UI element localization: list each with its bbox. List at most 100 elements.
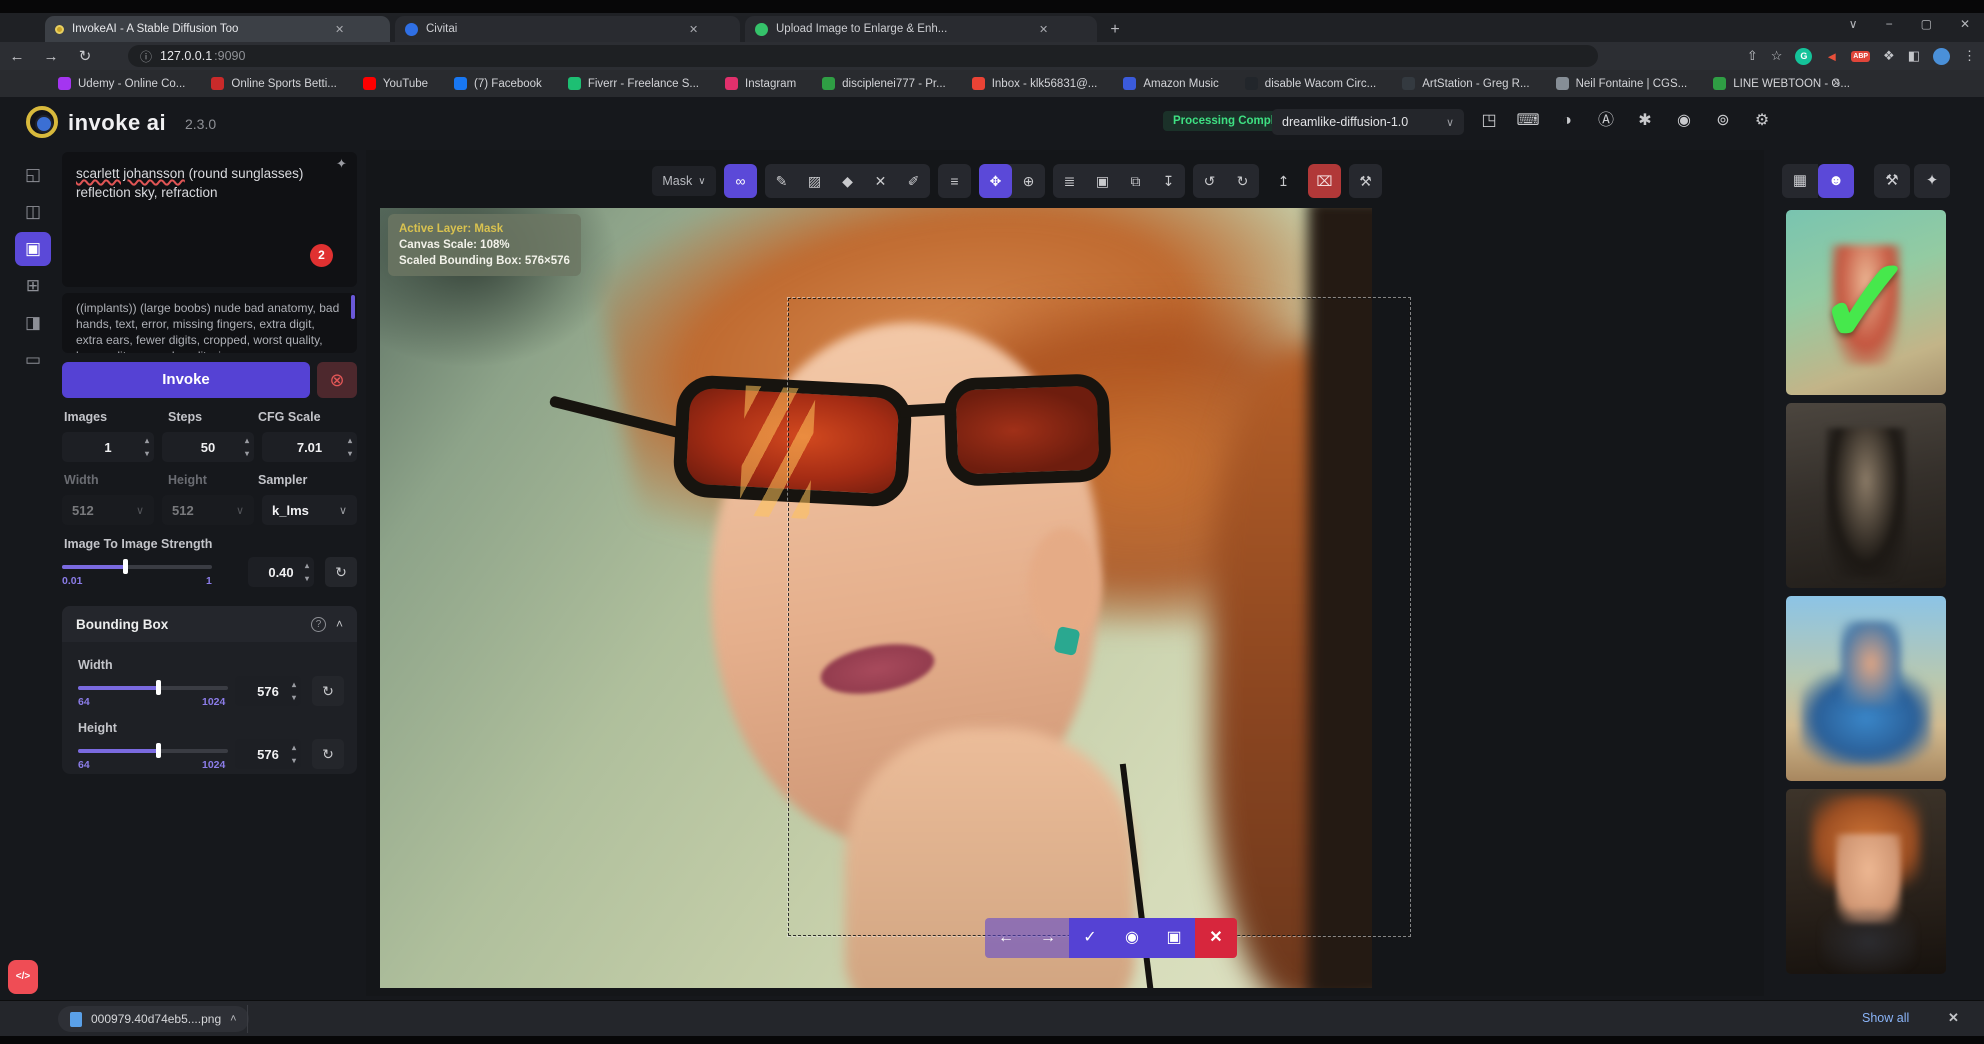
gallery-thumbnail-selected[interactable]: ✓ [1786,210,1946,395]
slider-handle[interactable] [156,680,161,695]
model-manager-icon[interactable]: ◳ [1477,108,1501,134]
bookmark-item[interactable]: Fiverr - Freelance S... [568,77,699,90]
settings-gear-icon[interactable]: ⚙ [1750,108,1774,134]
gallery-person-icon[interactable]: ☻ [1818,164,1854,198]
hotkeys-icon[interactable]: ⌨ [1516,108,1540,134]
discord-icon[interactable]: ⊚ [1711,108,1735,134]
bounding-box-region[interactable] [788,298,1410,936]
github-icon[interactable]: ◉ [1672,108,1696,134]
stepper-arrows-icon[interactable]: ▴▾ [305,559,309,585]
tab-unified-canvas[interactable]: ▣ [15,232,51,266]
i2i-reset-button[interactable]: ↻ [325,557,357,587]
language-icon[interactable]: Ⓐ [1594,108,1618,134]
clear-canvas-trash-icon[interactable]: ⌧ [1308,164,1341,198]
negative-prompt-textarea[interactable]: ((implants)) (large boobs) nude bad anat… [62,293,357,353]
enable-mask-button[interactable]: ∞ [724,164,757,198]
copy-to-clipboard-icon[interactable]: ⧉ [1119,164,1152,198]
downloads-close-icon[interactable]: ✕ [1948,1010,1959,1026]
tab-postprocessing[interactable]: ◨ [15,306,51,340]
bookmark-item[interactable]: Online Sports Betti... [211,77,336,90]
bbox-height-stepper[interactable]: 576 ▴▾ [235,739,301,769]
sidebar-toggle-icon[interactable]: ◧ [1908,48,1920,64]
bookmark-item[interactable]: Neil Fontaine | CGS... [1556,77,1688,90]
redo-icon[interactable]: ↻ [1226,164,1259,198]
previous-image-button[interactable]: ← [985,918,1027,958]
bookmark-item[interactable]: Inbox - klk56831@... [972,77,1098,90]
fill-tool-icon[interactable]: ◆ [831,164,864,198]
i2i-strength-slider[interactable] [62,565,212,569]
brush-tool-icon[interactable]: ✎ [765,164,798,198]
reload-icon[interactable]: ↻ [68,47,102,65]
address-bar[interactable]: ⓘ 127.0.0.1:9090 [128,45,1598,67]
height-select[interactable]: 512∨ [162,495,254,525]
tab-close-icon[interactable]: ✕ [335,23,344,36]
tab-close-icon[interactable]: ✕ [689,23,698,36]
window-menu-icon[interactable]: ∨ [1849,17,1858,31]
stepper-arrows-icon[interactable]: ▴▾ [292,678,296,704]
tab-upscale[interactable]: Upload Image to Enlarge & Enh... ✕ [745,16,1097,42]
show-hide-eye-button[interactable]: ◉ [1111,918,1153,958]
chevron-up-icon[interactable]: ˄ [230,1013,236,1025]
bbox-height-slider[interactable] [78,749,228,753]
bookmark-item[interactable]: ArtStation - Greg R... [1402,77,1529,90]
bookmark-item[interactable]: Instagram [725,77,796,90]
gallery-images-icon[interactable]: ▦ [1782,164,1818,198]
pin-icon[interactable]: ✦ [336,156,347,172]
profile-avatar[interactable] [1933,48,1950,65]
model-select[interactable]: dreamlike-diffusion-1.0 ∨ [1272,109,1464,135]
cancel-button[interactable]: ⊗ [317,362,357,398]
show-all-link[interactable]: Show all [1862,1011,1909,1025]
merge-visible-icon[interactable]: ≣ [1053,164,1086,198]
unified-canvas[interactable]: Active Layer: Mask Canvas Scale: 108% Sc… [366,150,1764,996]
bookmark-item[interactable]: Amazon Music [1123,77,1218,90]
tab-civitai[interactable]: Civitai ✕ [395,16,740,42]
back-icon[interactable]: ← [0,48,34,65]
window-minimize-icon[interactable]: − [1886,17,1893,31]
steps-stepper[interactable]: 50 ▴▾ [162,432,254,462]
tab-text-to-image[interactable]: ◱ [15,158,51,192]
stepper-arrows-icon[interactable]: ▴▾ [145,434,149,460]
gallery-thumbnail[interactable] [1786,789,1946,974]
stepper-arrows-icon[interactable]: ▴▾ [245,434,249,460]
next-image-button[interactable]: → [1027,918,1069,958]
theme-icon[interactable]: ◑ [1555,108,1579,134]
help-icon[interactable]: ? [311,617,326,632]
negative-prompt-scrollbar[interactable] [351,295,355,319]
brush-options-icon[interactable]: ≡ [938,164,971,198]
bookmark-item[interactable]: Udemy - Online Co... [58,77,185,90]
sampler-select[interactable]: k_lms∨ [262,495,357,525]
canvas-settings-wrench-icon[interactable]: ⚒ [1349,164,1382,198]
reset-view-icon[interactable]: ⊕ [1012,164,1045,198]
discard-image-button[interactable]: ✕ [1195,918,1237,958]
gallery-thumbnail[interactable] [1786,596,1946,781]
window-close-icon[interactable]: ✕ [1960,17,1970,31]
layer-select[interactable]: Mask∨ [652,166,716,196]
bbox-width-stepper[interactable]: 576 ▴▾ [235,676,301,706]
i2i-strength-stepper[interactable]: 0.40 ▴▾ [248,557,314,587]
bookmark-item[interactable]: disciplenei777 - Pr... [822,77,946,90]
new-tab-button[interactable]: + [1104,19,1126,41]
tab-nodes[interactable]: ⊞ [15,269,51,303]
save-to-gallery-icon[interactable]: ▣ [1086,164,1119,198]
eraser-tool-icon[interactable]: ▨ [798,164,831,198]
stepper-arrows-icon[interactable]: ▴▾ [292,741,296,767]
share-icon[interactable]: ⇧ [1747,48,1758,64]
clear-mask-icon[interactable]: ✕ [864,164,897,198]
slider-handle[interactable] [123,559,128,574]
accept-image-button[interactable]: ✓ [1069,918,1111,958]
bookmark-item[interactable]: YouTube [363,77,428,90]
red-extension-icon[interactable]: ◄ [1825,49,1838,64]
tab-image-to-image[interactable]: ◫ [15,195,51,229]
tab-invokeai[interactable]: InvokeAI - A Stable Diffusion Too ✕ [45,16,390,42]
tab-training[interactable]: ▭ [15,343,51,377]
slider-handle[interactable] [156,743,161,758]
bookmark-star-icon[interactable]: ☆ [1771,48,1783,64]
console-toggle-button[interactable]: </> [8,960,38,994]
gallery-settings-wrench-icon[interactable]: ⚒ [1874,164,1910,198]
upload-image-icon[interactable]: ↥ [1267,164,1300,198]
chevron-up-icon[interactable]: ˄ [336,617,343,631]
bbox-width-slider[interactable] [78,686,228,690]
tab-close-icon[interactable]: ✕ [1039,23,1048,36]
prompt-textarea[interactable]: scarlett johansson (round sunglasses) re… [62,152,357,287]
gallery-pin-icon[interactable]: ✦ [1914,164,1950,198]
